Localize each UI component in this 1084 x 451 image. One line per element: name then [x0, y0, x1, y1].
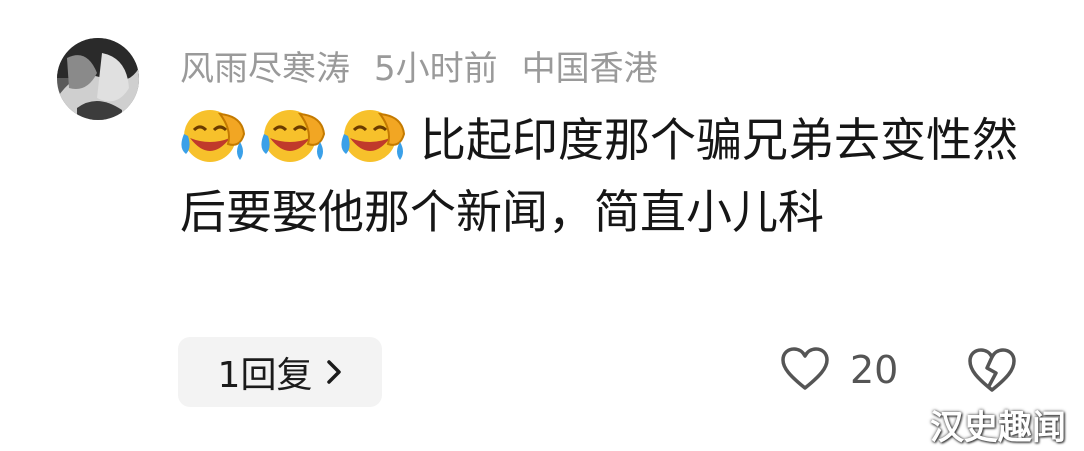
watermark: 汉史趣闻: [930, 408, 1066, 448]
reply-label: 1回复: [217, 355, 313, 396]
reply-button[interactable]: 1回复: [178, 337, 382, 407]
avatar[interactable]: [57, 38, 139, 120]
like-count: 20: [850, 348, 899, 392]
broken-heart-icon[interactable]: [966, 346, 1018, 394]
username[interactable]: 风雨尽寒涛: [180, 41, 350, 90]
chevron-right-icon: [327, 360, 342, 384]
location: 中国香港: [521, 48, 658, 89]
face-with-tears-of-joy-icon: [340, 104, 408, 166]
face-with-tears-of-joy-icon: [180, 104, 248, 166]
heart-icon[interactable]: [780, 346, 830, 392]
timestamp: 5小时前: [374, 48, 498, 89]
face-with-tears-of-joy-icon: [260, 104, 328, 166]
comment-body: 比起印度那个骗兄弟去变性然后要娶他那个新闻，简直小儿科: [180, 104, 1020, 248]
comment-meta: 风雨尽寒涛 5小时前 中国香港: [180, 40, 682, 90]
